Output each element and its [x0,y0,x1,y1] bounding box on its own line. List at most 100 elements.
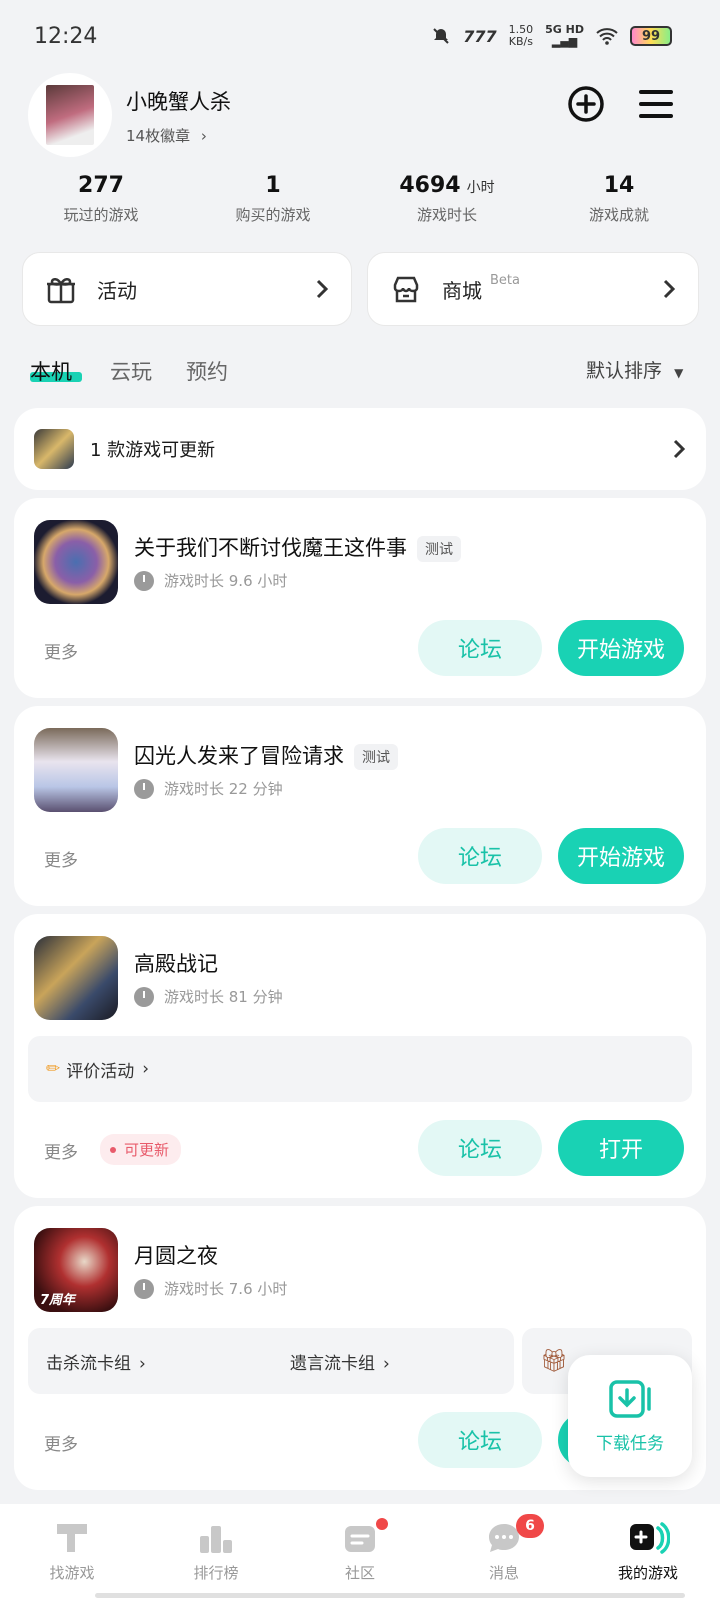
badges-count: 14枚徽章 [126,127,191,145]
more-link[interactable]: 更多 [44,1138,78,1163]
game-icon[interactable] [34,728,118,812]
forum-button[interactable]: 论坛 [418,1412,542,1468]
stopwatch-icon [134,986,154,1007]
pencil-icon: ✏ [46,1059,61,1079]
plus-circle-icon [568,86,604,122]
game-title: 高殿战记 [134,952,218,976]
battery-icon: 99 [630,26,672,46]
activity-card[interactable]: 活动 [22,252,352,326]
hamburger-icon [639,90,673,118]
username: 小晚蟹人杀 [126,90,231,114]
stat-label: 购买的游戏 [235,206,311,224]
network-type: 5G HD [545,23,584,36]
sort-dropdown[interactable]: 默认排序 ▼ [586,356,683,383]
chevron-right-icon: › [142,1059,150,1079]
gamepad-icon [630,1522,670,1554]
game-title: 关于我们不断讨伐魔王这件事 测试 [134,532,461,562]
forum-button[interactable]: 论坛 [418,1120,542,1176]
game-icon[interactable]: 7周年 [34,1228,118,1312]
more-link[interactable]: 更多 [44,638,78,663]
download-tasks-button[interactable]: 下载任务 [568,1355,692,1477]
stat-label: 玩过的游戏 [63,206,139,224]
update-available-badge: 可更新 [100,1134,182,1165]
more-link[interactable]: 更多 [44,846,78,871]
play-time: 游戏时长 9.6 小时 [134,570,287,591]
game-title: 月圆之夜 [134,1244,218,1268]
chevron-right-icon [673,439,686,459]
nav-find-games[interactable]: 找游戏 [0,1504,144,1600]
update-banner-text: 1 款游戏可更新 [90,440,216,461]
play-time-text: 游戏时长 22 分钟 [164,780,283,798]
download-tasks-label: 下载任务 [596,1433,664,1454]
tab-local[interactable]: 本机 [30,356,72,386]
status-time: 12:24 [34,24,98,49]
network-speed: 1.50 KB/s [509,24,534,48]
forum-button[interactable]: 论坛 [418,620,542,676]
stopwatch-icon [134,570,154,591]
stat-achievements[interactable]: 14 游戏成就 [534,173,704,225]
will-deck-link[interactable]: 遗言流卡组 › [270,1349,514,1374]
stat-value: 14 [603,173,635,198]
stat-play-time[interactable]: 4694 小时 游戏时长 [362,173,532,225]
game-icon[interactable] [34,936,118,1020]
anniversary-caption: 7周年 [40,1293,76,1308]
kill-deck-link[interactable]: 击杀流卡组 › [28,1349,270,1374]
find-games-icon [57,1524,87,1552]
more-link[interactable]: 更多 [44,1430,78,1455]
badges-link[interactable]: 14枚徽章 › [126,125,207,146]
nav-label: 社区 [344,1564,375,1582]
deck-links: 击杀流卡组 › 遗言流卡组 › [28,1328,514,1394]
play-time: 游戏时长 81 分钟 [134,986,283,1007]
ranking-icon [200,1526,232,1553]
community-icon [345,1526,375,1552]
tab-reserve[interactable]: 预约 [186,356,228,386]
nav-label: 消息 [488,1564,519,1582]
stat-label: 游戏时长 [416,206,477,224]
chevron-right-icon: › [383,1353,390,1374]
avatar[interactable] [28,73,112,157]
gift-icon: 🎁︎ [540,1348,568,1374]
stat-value: 277 [78,173,124,198]
add-button[interactable] [566,84,606,124]
home-indicator [95,1593,685,1598]
update-banner[interactable]: 1 款游戏可更新 [14,408,706,490]
avatar-image [46,85,94,145]
nav-label: 我的游戏 [617,1564,678,1582]
stat-label: 游戏成就 [588,206,649,224]
tab-cloud[interactable]: 云玩 [110,356,152,386]
game-icon[interactable] [34,520,118,604]
store-icon [393,276,419,303]
store-label: 商城 [442,278,482,303]
stat-value: 1 [265,173,281,198]
download-icon [609,1379,651,1418]
nav-ranking[interactable]: 排行榜 [144,1504,288,1600]
store-card[interactable]: 商城 Beta [367,252,699,326]
chevron-right-icon [663,279,676,299]
nav-community[interactable]: 社区 [288,1504,432,1600]
stat-games-bought[interactable]: 1 购买的游戏 [188,173,358,225]
play-time-text: 游戏时长 7.6 小时 [164,1280,288,1298]
review-activity-link[interactable]: ✏ 评价活动 › [28,1036,692,1102]
test-tag: 测试 [354,744,398,770]
gift-icon [47,278,75,304]
play-time: 游戏时长 22 分钟 [134,778,283,799]
start-game-button[interactable]: 开始游戏 [558,828,684,884]
message-count-badge: 6 [516,1514,544,1538]
forum-button[interactable]: 论坛 [418,828,542,884]
nav-label: 排行榜 [193,1564,239,1582]
start-game-button[interactable]: 开始游戏 [558,620,684,676]
activity-label: 活动 [97,278,137,303]
menu-button[interactable] [636,84,676,124]
bottom-nav: 找游戏 排行榜 社区 6 消息 我的游戏 [0,1504,720,1600]
network-speed-unit: KB/s [508,35,533,48]
nav-messages[interactable]: 6 消息 [432,1504,576,1600]
update-game-icon [34,429,74,469]
stopwatch-icon [134,778,154,799]
stopwatch-icon [134,1278,154,1299]
review-activity-label: 评价活动 [66,1061,135,1082]
mute-bell-icon [433,28,449,44]
open-button[interactable]: 打开 [558,1120,684,1176]
nav-my-games[interactable]: 我的游戏 [576,1504,720,1600]
wifi-icon [596,28,618,45]
stat-games-played[interactable]: 277 玩过的游戏 [16,173,186,225]
